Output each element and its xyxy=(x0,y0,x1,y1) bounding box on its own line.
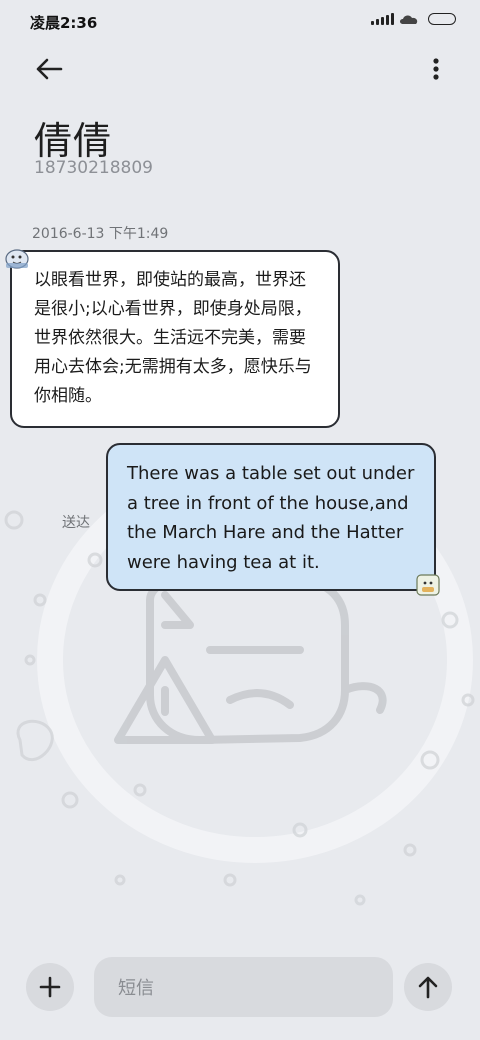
contact-name: 倩倩 xyxy=(34,119,113,163)
back-button[interactable] xyxy=(26,50,72,88)
incoming-message-bubble[interactable]: 以眼看世界，即使站的最高，世界还是很小;以心看世界，即使身处局限，世界依然很大。… xyxy=(10,250,340,428)
status-icons xyxy=(371,12,456,26)
back-arrow-icon xyxy=(36,58,63,80)
outgoing-message-text: There was a table set out under a tree i… xyxy=(127,463,415,573)
cloud-icon xyxy=(400,15,418,24)
outgoing-message-bubble[interactable]: There was a table set out under a tree i… xyxy=(106,443,436,591)
contact-avatar[interactable] xyxy=(4,246,30,270)
message-input-placeholder: 短信 xyxy=(118,978,154,999)
status-time: 凌晨2:36 xyxy=(30,14,98,32)
status-bar: 凌晨2:36 xyxy=(0,0,480,42)
send-button[interactable] xyxy=(404,963,452,1011)
incoming-message-text: 以眼看世界，即使站的最高，世界还是很小;以心看世界，即使身处局限，世界依然很大。… xyxy=(34,270,312,406)
mascot-avatar-icon xyxy=(5,249,29,269)
arrow-up-icon xyxy=(418,976,438,999)
add-attachment-button[interactable] xyxy=(26,963,74,1011)
more-options-button[interactable] xyxy=(424,52,448,86)
battery-icon xyxy=(428,13,456,25)
message-input[interactable]: 短信 xyxy=(94,957,393,1017)
message-date: 2016-6-13 下午1:49 xyxy=(32,226,169,242)
my-avatar[interactable] xyxy=(416,574,440,596)
delivery-status: 送达 xyxy=(62,515,90,531)
mascot-avatar-icon xyxy=(416,574,440,596)
signal-icon xyxy=(371,13,394,25)
more-vertical-icon xyxy=(433,58,439,80)
contact-number: 18730218809 xyxy=(34,158,153,178)
plus-icon xyxy=(39,976,61,998)
